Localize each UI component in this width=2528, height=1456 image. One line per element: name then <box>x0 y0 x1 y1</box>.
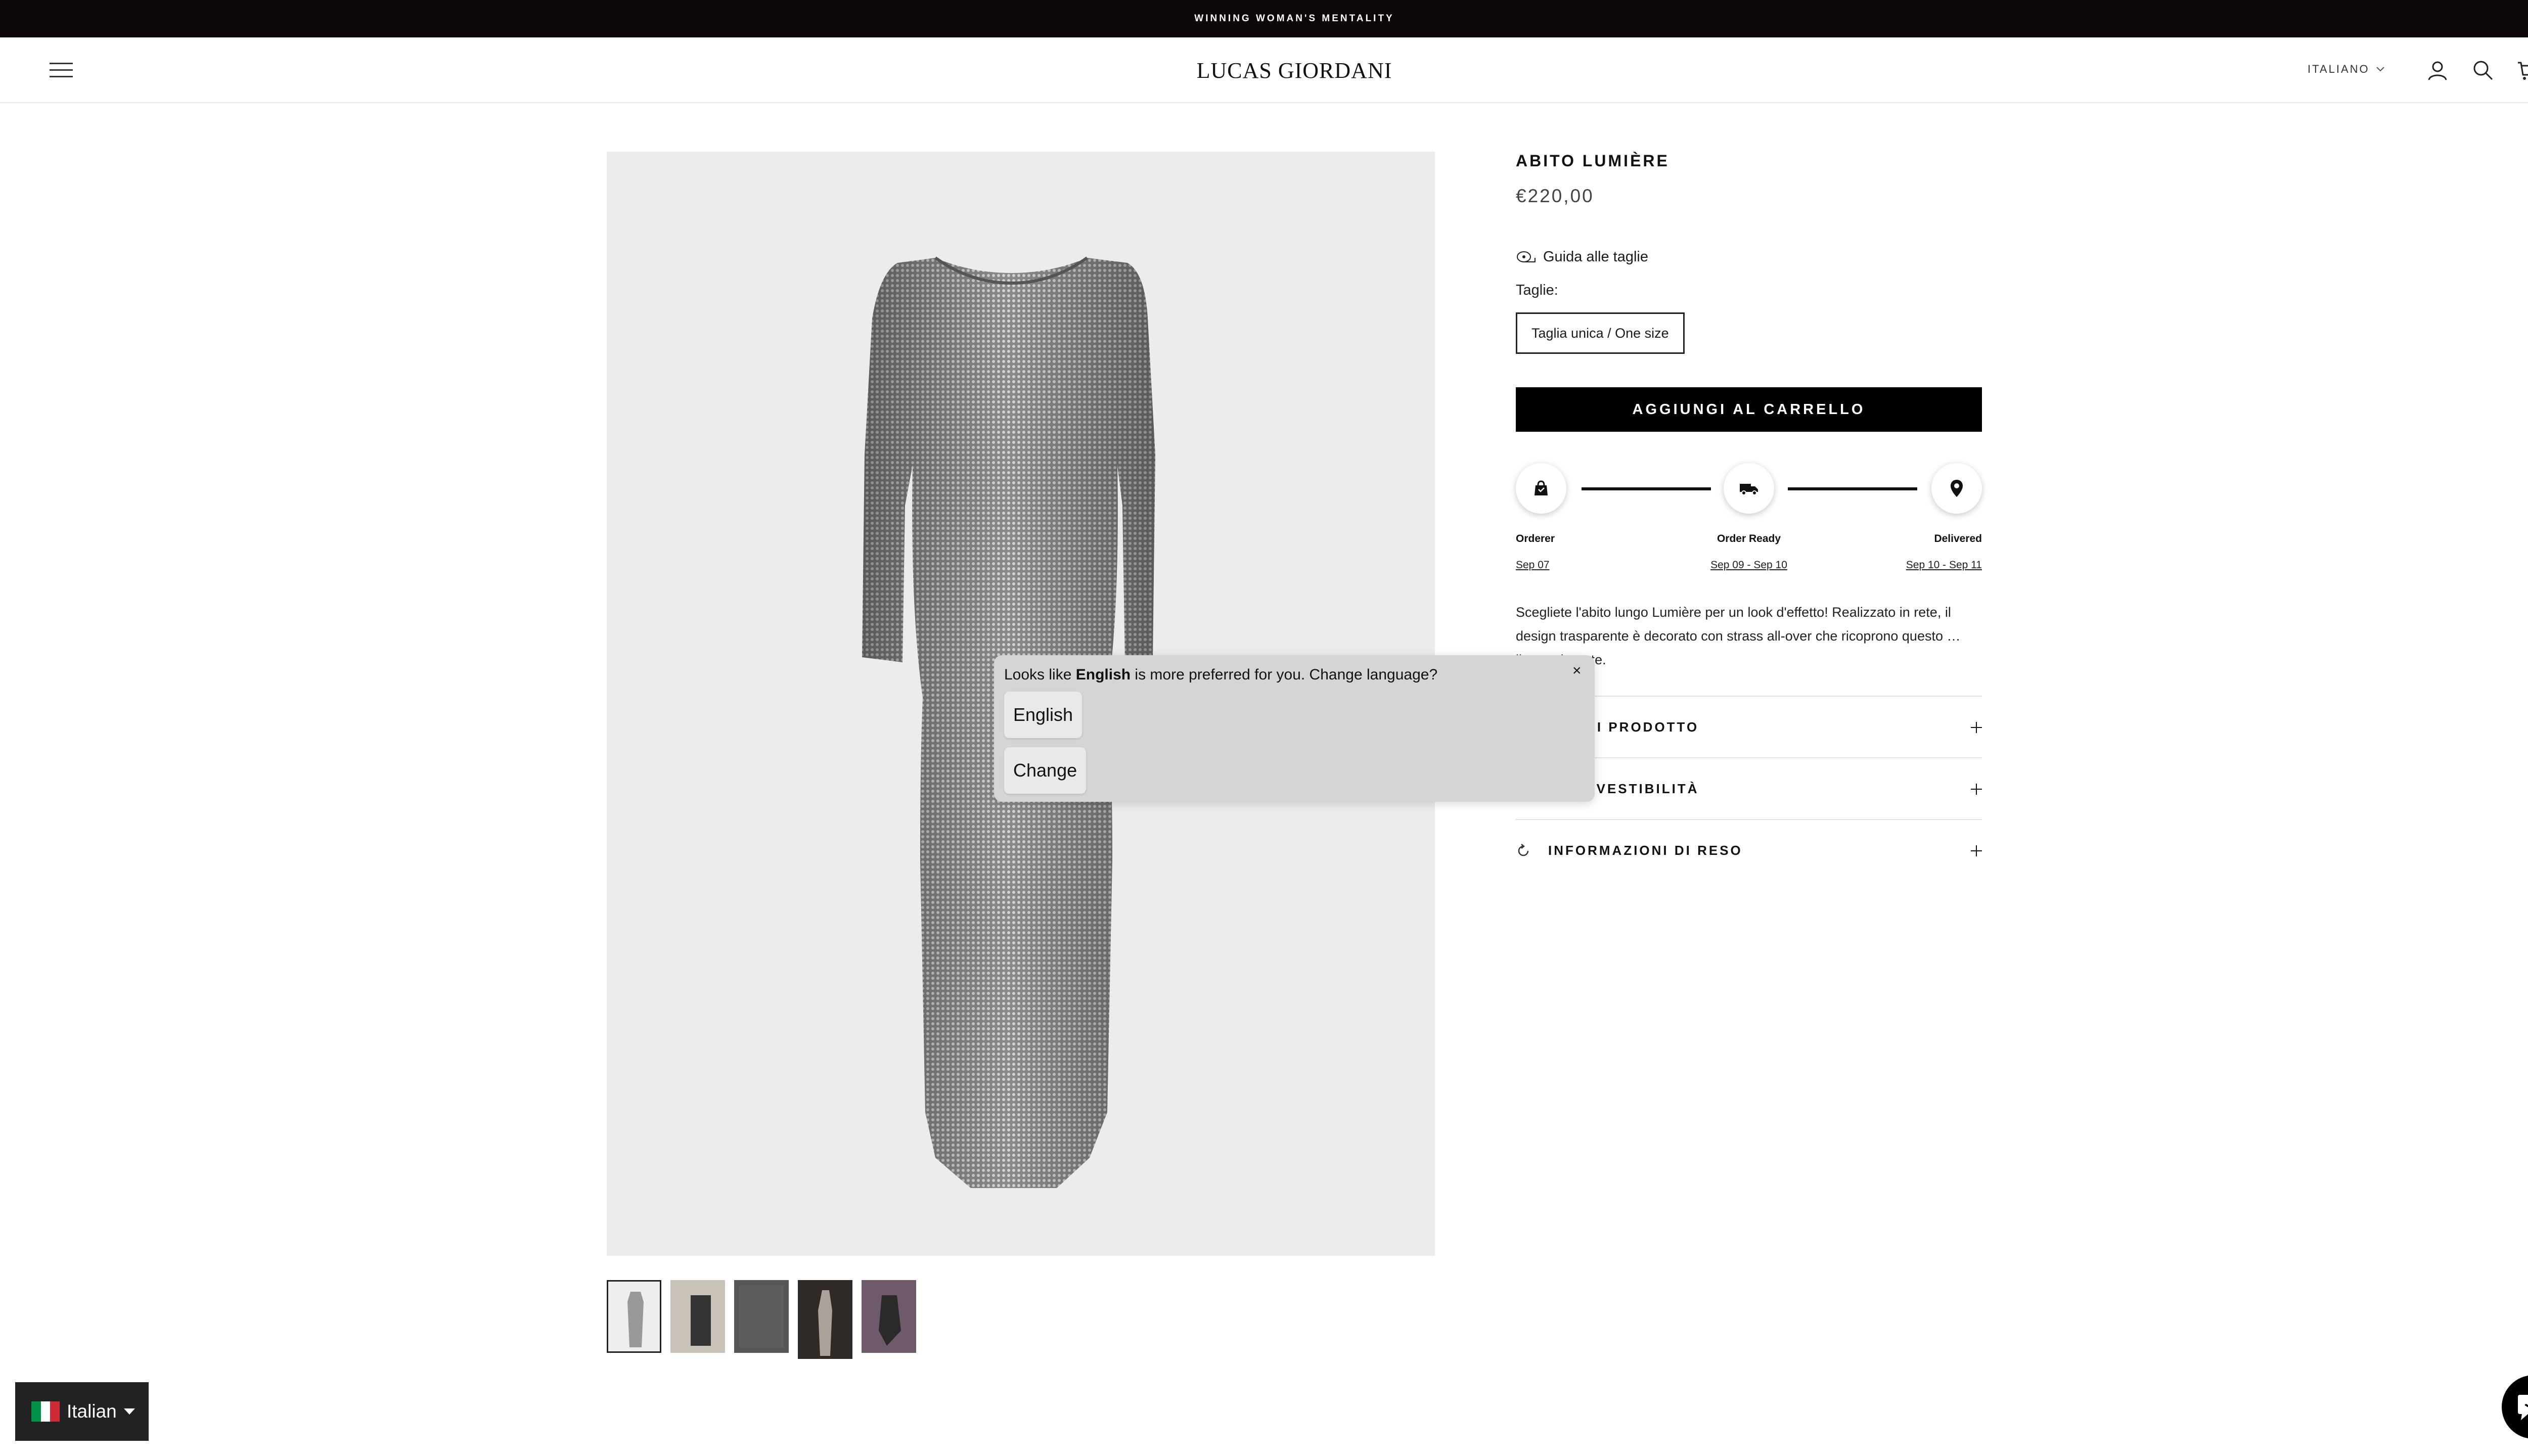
size-guide-label: Guida alle taglie <box>1543 249 1648 265</box>
accordion-label: INFORMAZIONI DI RESO <box>1548 842 1743 858</box>
plus-icon <box>1971 722 1982 733</box>
language-popup-message: Looks like English is more preferred for… <box>1004 666 1437 684</box>
truck-icon <box>1724 463 1774 514</box>
tracker-line-1 <box>1582 487 1711 490</box>
tracker-step-2-label: Order Ready <box>1717 533 1781 544</box>
announcement-bar: WINNING WOMAN'S MENTALITY <box>0 0 2528 37</box>
popup-message-prefix: Looks like <box>1004 666 1076 683</box>
return-icon <box>1518 844 1529 856</box>
cart-icon[interactable] <box>2515 58 2528 83</box>
size-guide-link[interactable]: Guida alle taglie <box>1516 249 1648 265</box>
chat-icon <box>2518 1395 2528 1420</box>
chevron-down-icon <box>2376 67 2384 72</box>
language-selector[interactable]: ITALIANO <box>2308 63 2385 76</box>
close-icon[interactable]: × <box>1572 662 1582 679</box>
thumbnail-model-back[interactable] <box>670 1280 725 1353</box>
accordion-return-info[interactable]: INFORMAZIONI DI RESO <box>1516 819 1982 881</box>
italy-flag-icon <box>31 1401 60 1422</box>
tracker-step-1-label: Orderer <box>1516 533 1555 544</box>
thumbnail-fabric-detail[interactable] <box>734 1280 789 1353</box>
size-option[interactable]: Taglia unica / One size <box>1516 312 1685 354</box>
thumbnail-model-standing[interactable] <box>798 1280 852 1359</box>
announcement-text: WINNING WOMAN'S MENTALITY <box>1194 13 1394 24</box>
change-language-button[interactable]: Change <box>1004 747 1087 794</box>
measuring-tape-icon <box>1517 251 1536 262</box>
plus-icon <box>1971 845 1982 856</box>
thumbnail-dress-front[interactable] <box>607 1280 661 1353</box>
add-to-cart-button[interactable]: AGGIUNGI AL CARRELLO <box>1516 387 1982 432</box>
tracker-step-3-label: Delivered <box>1934 533 1982 544</box>
chat-button[interactable] <box>2502 1375 2528 1439</box>
tracker-step-3-date: Sep 10 - Sep 11 <box>1906 559 1982 571</box>
caret-down-icon <box>123 1408 135 1415</box>
product-title: ABITO LUMIÈRE <box>1516 152 1669 170</box>
tracker-line-2 <box>1788 487 1917 490</box>
language-switcher-label: Italian <box>67 1401 117 1422</box>
language-switcher[interactable]: Italian <box>15 1382 149 1441</box>
language-popup: Looks like English is more preferred for… <box>994 655 1595 802</box>
site-logo[interactable]: LUCAS GIORDANI <box>0 58 2528 83</box>
tracker-step-1-date: Sep 07 <box>1516 559 1550 571</box>
thumbnail-strip <box>607 1280 916 1359</box>
plus-icon <box>1971 784 1982 795</box>
menu-icon[interactable] <box>50 62 73 79</box>
search-icon[interactable] <box>2470 58 2496 83</box>
language-option-button[interactable]: English <box>1004 692 1082 738</box>
product-info: ABITO LUMIÈRE €220,00 Guida alle taglie … <box>1516 152 1982 858</box>
account-icon[interactable] <box>2425 58 2450 83</box>
popup-message-language: English <box>1075 666 1131 683</box>
site-header: LUCAS GIORDANI ITALIANO <box>0 37 2528 103</box>
bag-icon <box>1516 463 1566 514</box>
location-pin-icon <box>1931 463 1982 514</box>
language-selector-label: ITALIANO <box>2308 63 2370 75</box>
popup-message-suffix: is more preferred for you. Change langua… <box>1131 666 1438 683</box>
thumbnail-model-seated[interactable] <box>862 1280 916 1353</box>
product-price: €220,00 <box>1516 186 1594 206</box>
size-label: Taglie: <box>1516 282 1558 298</box>
tracker-step-2-date: Sep 09 - Sep 10 <box>1710 559 1787 571</box>
